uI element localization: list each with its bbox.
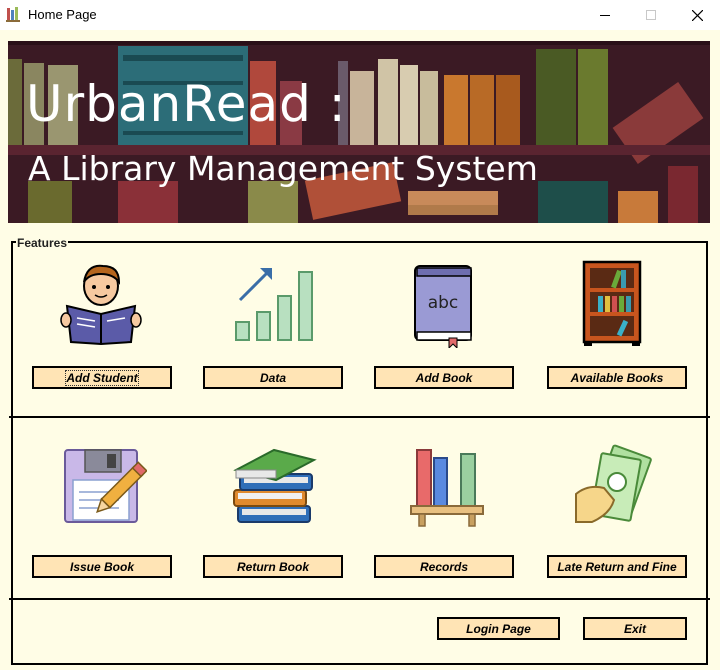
title-bar: Home Page <box>0 0 720 30</box>
floppy-pencil-icon <box>64 449 147 523</box>
add-book-button[interactable]: Add Book <box>374 366 514 389</box>
add-student-label: Add Student <box>65 369 139 386</box>
minimize-button[interactable] <box>582 0 628 30</box>
login-page-button[interactable]: Login Page <box>437 617 560 640</box>
bookshelf-icon <box>582 260 642 346</box>
maximize-button[interactable] <box>628 0 674 30</box>
add-student-button[interactable]: Add Student <box>32 366 172 389</box>
close-icon <box>691 9 703 21</box>
shelf-books-icon <box>410 449 484 527</box>
issue-book-button[interactable]: Issue Book <box>32 555 172 578</box>
row-divider-1 <box>9 416 710 418</box>
row-divider-2 <box>9 598 710 600</box>
app-title: UrbanRead : <box>26 75 347 133</box>
book-stack-icon <box>233 448 317 523</box>
maximize-icon <box>646 10 656 20</box>
reading-student-icon <box>60 264 142 346</box>
minimize-icon <box>600 15 610 16</box>
available-books-button[interactable]: Available Books <box>547 366 687 389</box>
growth-chart-icon <box>235 268 313 341</box>
late-return-fine-button[interactable]: Late Return and Fine <box>547 555 687 578</box>
records-button[interactable]: Records <box>374 555 514 578</box>
money-hand-icon <box>575 444 652 523</box>
features-legend: Features <box>16 236 69 250</box>
app-books-icon <box>6 7 20 22</box>
book-icon: abc <box>414 265 472 348</box>
book-cover-text: abc <box>428 293 459 313</box>
data-button[interactable]: Data <box>203 366 343 389</box>
app-subtitle: A Library Management System <box>28 149 538 188</box>
client-area: UrbanRead : A Library Management System … <box>0 30 720 670</box>
exit-button[interactable]: Exit <box>583 617 687 640</box>
return-book-button[interactable]: Return Book <box>203 555 343 578</box>
close-button[interactable] <box>674 0 720 30</box>
header-banner: UrbanRead : A Library Management System <box>8 41 710 223</box>
window-title: Home Page <box>28 7 97 22</box>
